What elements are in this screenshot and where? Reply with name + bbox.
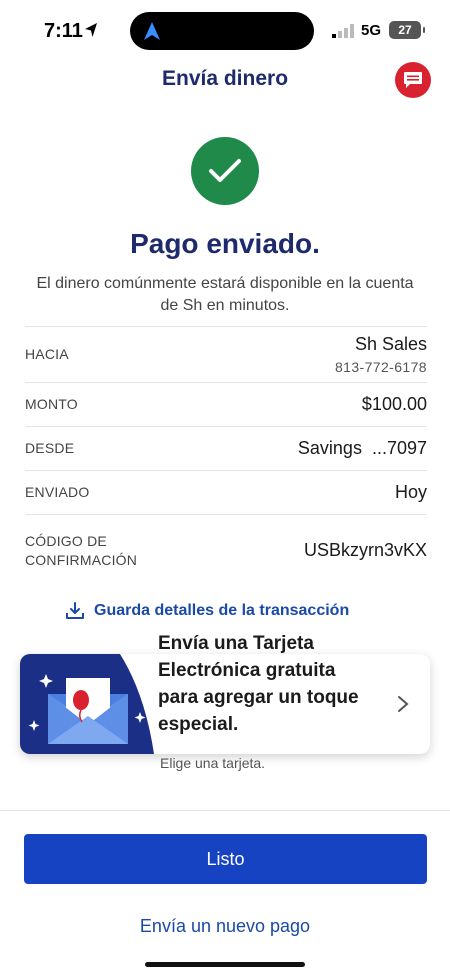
location-arrow-icon (85, 23, 97, 37)
envelope-balloon-illustration (20, 654, 154, 754)
save-details-link[interactable]: Guarda detalles de la transacción (66, 602, 349, 620)
transaction-details: HACIA Sh Sales 813-772-6178 MONTO $100.0… (25, 326, 427, 586)
confirmation-label-line1: CÓDIGO DE (25, 532, 107, 549)
signal-icon (332, 24, 354, 38)
from-value: Savings ...7097 (297, 438, 427, 458)
from-label: DESDE (25, 440, 75, 456)
success-message: El dinero comúnmente estará disponible e… (36, 275, 414, 314)
amount-label: MONTO (25, 396, 78, 412)
done-button[interactable]: Listo (24, 834, 427, 884)
detail-row-confirmation: CÓDIGO DE CONFIRMACIÓN USBkzyrn3vKX (25, 514, 427, 586)
to-label: HACIA (25, 346, 69, 362)
divider (0, 810, 450, 811)
page-title: Envía dinero (161, 67, 289, 90)
dynamic-island (130, 12, 314, 50)
confirmation-label: CÓDIGO DE CONFIRMACIÓN (25, 532, 137, 570)
detail-row-to: HACIA Sh Sales 813-772-6178 (25, 326, 427, 382)
download-icon (66, 602, 84, 619)
recipient-phone: 813-772-6178 (335, 359, 427, 375)
home-indicator (145, 962, 305, 967)
detail-row-amount: MONTO $100.00 (25, 382, 427, 426)
detail-row-sent: ENVIADO Hoy (25, 470, 427, 514)
promo-subtitle: Elige una tarjeta. (160, 755, 266, 771)
network-type: 5G (361, 22, 382, 39)
checkmark-icon (209, 159, 241, 182)
status-time: 7:11 (44, 20, 83, 42)
chevron-right-icon[interactable] (396, 694, 410, 714)
promo-title: Envía una Tarjeta Electrónica gratuita p… (158, 633, 359, 735)
confirmation-label-line2: CONFIRMACIÓN (25, 551, 138, 568)
success-badge (191, 137, 259, 205)
navigation-icon (144, 22, 160, 40)
chat-icon (404, 72, 422, 88)
sent-value: Hoy (394, 482, 427, 502)
chat-button[interactable] (395, 62, 431, 98)
status-bar: 7:11 5G 27 (0, 0, 450, 62)
detail-row-from: DESDE Savings ...7097 (25, 426, 427, 470)
sent-label: ENVIADO (25, 484, 90, 500)
battery-icon: 27 (389, 21, 425, 39)
save-details-label: Guarda detalles de la transacción (94, 602, 350, 619)
new-payment-link[interactable]: Envía un nuevo pago (0, 916, 450, 937)
success-headline: Pago enviado. (130, 228, 320, 259)
amount-value: $100.00 (361, 394, 427, 414)
recipient-name: Sh Sales (354, 334, 427, 354)
confirmation-code: USBkzyrn3vKX (303, 540, 427, 560)
to-value: Sh Sales 813-772-6178 (335, 334, 427, 375)
